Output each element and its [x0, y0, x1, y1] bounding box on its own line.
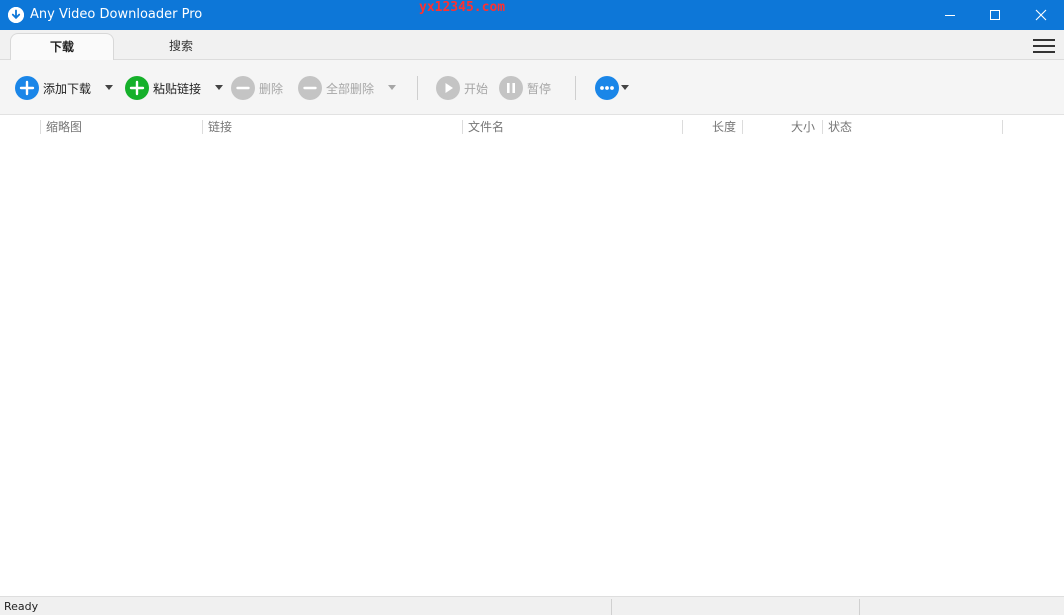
status-divider: [611, 599, 612, 615]
delete-button[interactable]: 删除: [231, 75, 283, 101]
start-label: 开始: [464, 81, 489, 96]
minus-icon: [231, 76, 255, 100]
column-status[interactable]: 状态: [828, 119, 852, 135]
paste-link-label: 粘贴链接: [153, 81, 202, 96]
status-text: Ready: [4, 600, 39, 613]
column-link[interactable]: 链接: [208, 119, 232, 135]
pause-icon: [499, 76, 523, 100]
minimize-icon: [945, 15, 955, 16]
hamburger-menu-icon[interactable]: [1033, 38, 1055, 54]
close-button[interactable]: [1018, 0, 1064, 30]
column-size[interactable]: 大小: [791, 119, 815, 135]
more-options-button[interactable]: [595, 75, 619, 101]
plus-icon: [125, 76, 149, 100]
play-icon: [436, 76, 460, 100]
delete-all-label: 全部删除: [326, 81, 375, 96]
toolbar-divider: [417, 76, 418, 100]
status-bar: Ready: [0, 596, 1064, 615]
delete-label: 删除: [259, 81, 284, 96]
window-title: Any Video Downloader Pro: [30, 7, 203, 22]
close-icon: [1035, 9, 1047, 21]
title-bar[interactable]: Any Video Downloader Pro yx12345.com: [0, 0, 1064, 30]
minus-icon: [298, 76, 322, 100]
add-download-label: 添加下载: [43, 81, 92, 96]
column-duration[interactable]: 长度: [712, 119, 736, 135]
watermark-text: yx12345.com: [419, 0, 506, 15]
tab-search[interactable]: 搜索: [131, 33, 231, 61]
column-divider[interactable]: [822, 120, 823, 134]
more-options-dropdown-icon[interactable]: [621, 85, 629, 90]
column-divider[interactable]: [682, 120, 683, 134]
download-list[interactable]: [0, 138, 1064, 596]
pause-label: 暂停: [527, 81, 552, 96]
column-divider[interactable]: [1002, 120, 1003, 134]
add-download-button[interactable]: 添加下载: [15, 75, 91, 101]
more-dots-icon: [595, 76, 619, 100]
paste-link-dropdown-icon[interactable]: [215, 85, 223, 90]
toolbar-divider: [575, 76, 576, 100]
list-column-header: 缩略图 链接 文件名 长度 大小 状态: [0, 116, 1064, 138]
maximize-icon: [990, 10, 1000, 20]
delete-all-dropdown-icon[interactable]: [388, 85, 396, 90]
column-divider[interactable]: [742, 120, 743, 134]
toolbar: 添加下载 粘贴链接 删除 全部删除 开始 暂停: [0, 60, 1064, 115]
paste-link-button[interactable]: 粘贴链接: [125, 75, 201, 101]
tab-strip: 下载 搜索: [0, 30, 1064, 61]
column-divider[interactable]: [462, 120, 463, 134]
app-window: Any Video Downloader Pro yx12345.com 下载 …: [0, 0, 1064, 615]
start-button[interactable]: 开始: [436, 75, 488, 101]
column-divider[interactable]: [40, 120, 41, 134]
maximize-button[interactable]: [972, 0, 1018, 30]
column-filename[interactable]: 文件名: [468, 119, 504, 135]
status-divider: [859, 599, 860, 615]
add-download-dropdown-icon[interactable]: [105, 85, 113, 90]
column-divider[interactable]: [202, 120, 203, 134]
minimize-button[interactable]: [927, 0, 973, 30]
plus-icon: [15, 76, 39, 100]
tab-download[interactable]: 下载: [10, 33, 114, 61]
column-thumbnail[interactable]: 缩略图: [46, 119, 82, 135]
delete-all-button[interactable]: 全部删除: [298, 75, 374, 101]
pause-button[interactable]: 暂停: [499, 75, 551, 101]
download-app-icon: [8, 7, 24, 23]
